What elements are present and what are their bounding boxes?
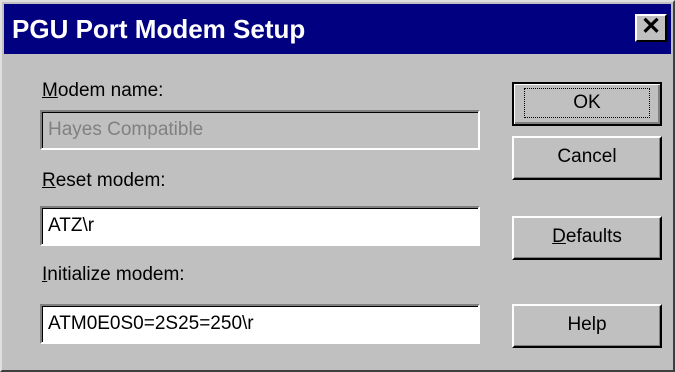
help-button[interactable]: Help: [512, 304, 662, 348]
modem-name-label-text: odem name:: [57, 80, 164, 101]
title-bar[interactable]: PGU Port Modem Setup ✕: [4, 4, 671, 54]
reset-modem-label-text: eset modem:: [55, 170, 166, 191]
reset-modem-label: Reset modem:: [42, 170, 166, 192]
initialize-modem-label: Initialize modem:: [42, 264, 185, 286]
reset-modem-field[interactable]: ATZ\r: [40, 206, 480, 246]
initialize-modem-field[interactable]: ATM0E0S0=2S25=250\r: [40, 304, 480, 344]
modem-setup-dialog: PGU Port Modem Setup ✕ Modem name: Hayes…: [0, 0, 675, 372]
defaults-button-accel: D: [552, 226, 566, 247]
reset-modem-label-accel: R: [42, 170, 56, 191]
close-icon[interactable]: ✕: [635, 14, 667, 42]
ok-button[interactable]: OK: [512, 82, 662, 126]
defaults-button[interactable]: Defaults: [512, 216, 662, 260]
modem-name-label-accel: M: [42, 80, 58, 101]
initialize-modem-label-text: nitialize modem:: [47, 264, 185, 285]
defaults-button-label: efaults: [565, 226, 622, 247]
modem-name-label: Modem name:: [42, 80, 163, 102]
modem-name-field: Hayes Compatible: [40, 110, 480, 150]
window-title: PGU Port Modem Setup: [12, 14, 306, 44]
cancel-button[interactable]: Cancel: [512, 136, 662, 180]
ok-button-label: OK: [524, 88, 650, 118]
